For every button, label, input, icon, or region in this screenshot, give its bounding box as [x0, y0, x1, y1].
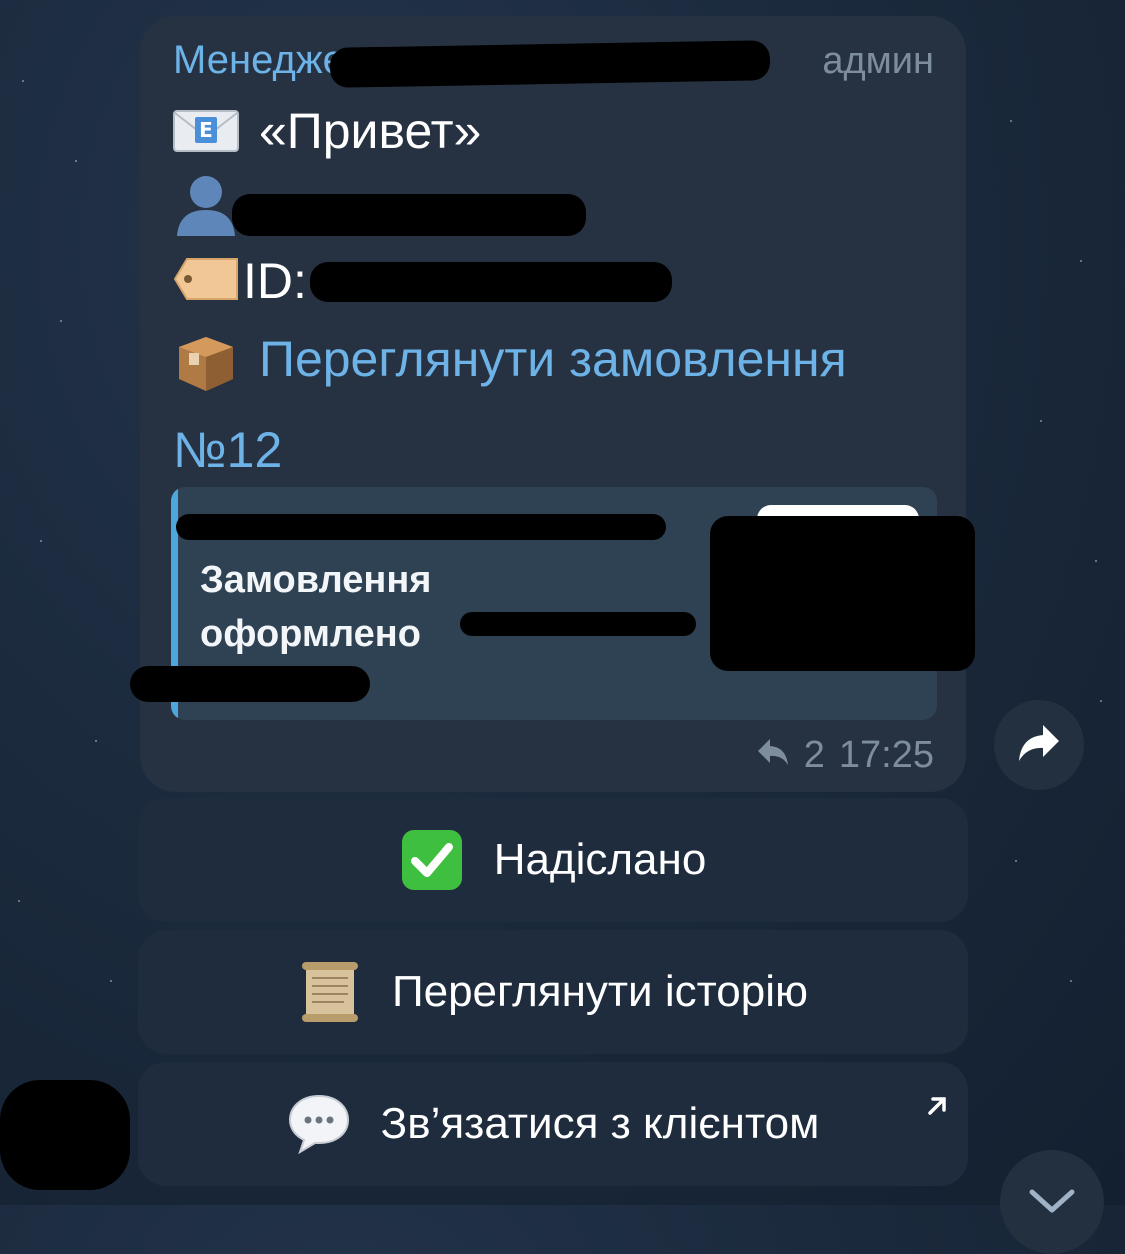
sent-button-label: Надіслано [493, 835, 707, 884]
order-line: Переглянути замовлення [173, 330, 847, 391]
reply-count: 2 [803, 734, 825, 776]
redaction [329, 40, 771, 88]
admin-tag: админ [822, 40, 934, 82]
svg-text:E: E [199, 118, 213, 142]
user-silhouette-icon [173, 174, 239, 236]
external-link-arrow-icon [924, 1080, 950, 1130]
id-line: ID: [173, 252, 307, 310]
greeting-text: «Привет» [259, 103, 482, 159]
sent-button[interactable]: Надіслано [138, 798, 968, 922]
history-button-label: Переглянути історію [391, 967, 809, 1016]
history-button[interactable]: Переглянути історію [138, 930, 968, 1054]
id-label: ID: [243, 253, 307, 309]
chevron-down-icon [1026, 1186, 1078, 1221]
contact-client-button-label: Зв’язатися з клієнтом [380, 1099, 820, 1148]
reply-arrow-icon [756, 734, 790, 777]
forward-arrow-icon [1017, 723, 1061, 768]
redaction [460, 612, 696, 636]
redaction [0, 1080, 130, 1190]
redaction [710, 516, 975, 671]
forward-button[interactable] [994, 700, 1084, 790]
scroll-icon [298, 960, 362, 1024]
order-link[interactable]: Переглянути замовлення [259, 330, 847, 388]
redaction [232, 194, 586, 236]
speech-bubble-icon [287, 1092, 351, 1156]
message-time: 17:25 [838, 734, 934, 776]
message-bubble[interactable]: Менеджер админ E «Привет» ID: Переглянут… [130, 16, 975, 792]
contact-client-button[interactable]: Зв’язатися з клієнтом [138, 1062, 968, 1186]
order-number[interactable]: №12 [173, 421, 282, 479]
envelope-e-icon: E [173, 105, 239, 157]
message-meta: 2 17:25 [756, 734, 934, 777]
package-icon [173, 333, 239, 391]
redaction [130, 666, 370, 702]
scroll-down-button[interactable] [1000, 1150, 1104, 1254]
check-mark-icon [400, 828, 464, 892]
preview-title: Замовлення оформлено [200, 559, 432, 655]
redaction [176, 514, 666, 540]
tag-icon [173, 255, 239, 307]
greeting-line: E «Привет» [173, 102, 481, 160]
redaction [310, 262, 672, 302]
